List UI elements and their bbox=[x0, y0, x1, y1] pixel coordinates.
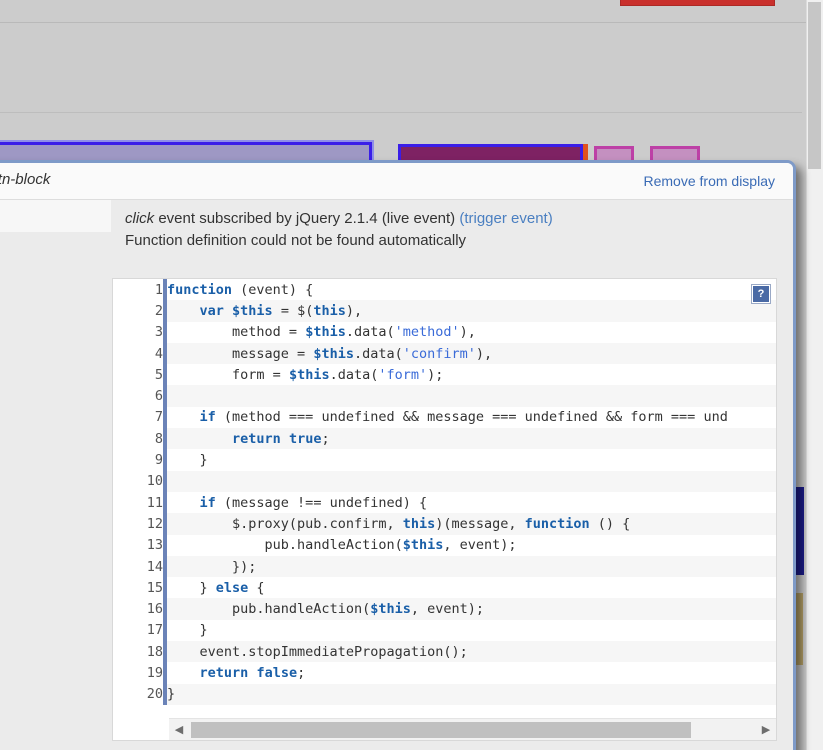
code-line: 7 if (method === undefined && message ==… bbox=[113, 406, 776, 429]
code-scrollbar-thumb[interactable] bbox=[191, 722, 691, 738]
event-list: click click bbox=[0, 199, 111, 750]
code-line-number: 5 bbox=[113, 364, 167, 386]
code-line-content: } else { bbox=[165, 577, 776, 599]
code-line: 13 pub.handleAction($this, event); bbox=[113, 534, 776, 556]
popup-body: click click click event subscribed by jQ… bbox=[0, 199, 793, 750]
code-viewer: 1 function (event) {2 var $this = $(this)… bbox=[112, 278, 777, 741]
help-icon[interactable]: ? bbox=[751, 284, 771, 304]
scroll-left-icon[interactable]: ◀ bbox=[169, 719, 189, 740]
event-detail-subscribed: event subscribed by jQuery 2.1.4 bbox=[158, 210, 378, 227]
code-line: 9 } bbox=[113, 449, 776, 471]
event-detail-live: (live event) bbox=[381, 210, 456, 227]
code-horizontal-scrollbar[interactable]: ◀ ▶ bbox=[169, 718, 776, 740]
code-line-number: 19 bbox=[113, 662, 167, 684]
code-line-content: if (message !== undefined) { bbox=[165, 491, 776, 514]
code-line-content: } bbox=[165, 683, 776, 705]
event-detail-header: click event subscribed by jQuery 2.1.4 (… bbox=[111, 200, 793, 262]
code-line-content bbox=[165, 470, 776, 492]
code-line: 5 form = $this.data('form'); bbox=[113, 364, 776, 386]
code-scroll-area[interactable]: 1 function (event) {2 var $this = $(this)… bbox=[113, 279, 776, 718]
visual-event-popup: Node: a.btn btn-danger btn-block Remove … bbox=[0, 160, 796, 750]
code-line: 14 }); bbox=[113, 555, 776, 578]
code-line-number: 15 bbox=[113, 577, 167, 599]
code-line-content: return false; bbox=[165, 662, 776, 684]
code-line-number: 8 bbox=[113, 428, 167, 450]
code-line: 2 var $this = $(this), bbox=[113, 300, 776, 322]
code-line: 19 return false; bbox=[113, 662, 776, 684]
code-line: 1 function (event) { bbox=[113, 279, 776, 301]
code-line-number: 4 bbox=[113, 342, 167, 365]
code-line-content bbox=[165, 385, 776, 407]
code-line-number: 20 bbox=[113, 683, 167, 705]
code-line-number: 16 bbox=[113, 598, 167, 620]
code-line: 6 bbox=[113, 385, 776, 407]
code-line-content: } bbox=[165, 619, 776, 642]
code-line: 17 } bbox=[113, 619, 776, 642]
code-line-content: pub.handleAction($this, event); bbox=[165, 598, 776, 620]
code-line-number: 3 bbox=[113, 321, 167, 343]
remove-from-display-link[interactable]: Remove from display bbox=[644, 173, 776, 189]
code-line-number: 6 bbox=[113, 385, 167, 407]
code-line: 16 pub.handleAction($this, event); bbox=[113, 598, 776, 620]
code-line-number: 17 bbox=[113, 619, 167, 642]
code-line: 20} bbox=[113, 683, 776, 705]
page-section-divider bbox=[0, 112, 802, 113]
browser-scrollbar[interactable] bbox=[806, 0, 823, 750]
trigger-event-link[interactable]: (trigger event) bbox=[459, 210, 552, 227]
browser-scrollbar-thumb[interactable] bbox=[808, 2, 821, 169]
code-line-number: 12 bbox=[113, 513, 167, 535]
code-line-number: 1 bbox=[113, 279, 167, 301]
event-detail: click event subscribed by jQuery 2.1.4 (… bbox=[111, 199, 793, 750]
code-line-content: method = $this.data('method'), bbox=[165, 321, 776, 343]
code-line-number: 9 bbox=[113, 449, 167, 471]
code-line-content: } bbox=[165, 449, 776, 471]
popup-title: Node: a.btn btn-danger btn-block bbox=[0, 171, 50, 188]
code-line-content: pub.handleAction($this, event); bbox=[165, 534, 776, 556]
code-line: 15 } else { bbox=[113, 577, 776, 599]
code-line: 11 if (message !== undefined) { bbox=[113, 491, 776, 514]
code-table: 1 function (event) {2 var $this = $(this)… bbox=[113, 279, 776, 705]
event-list-item-1[interactable]: click bbox=[0, 232, 111, 264]
event-detail-event-name: click bbox=[125, 210, 155, 227]
code-line-number: 11 bbox=[113, 491, 167, 514]
screen: Node: a.btn btn-danger btn-block Remove … bbox=[0, 0, 823, 750]
event-highlight-strip-blue bbox=[795, 487, 804, 575]
code-line: 12 $.proxy(pub.confirm, this)(message, f… bbox=[113, 513, 776, 535]
code-line-number: 13 bbox=[113, 534, 167, 556]
popup-header: Node: a.btn btn-danger btn-block Remove … bbox=[0, 163, 793, 199]
code-line: 4 message = $this.data('confirm'), bbox=[113, 342, 776, 365]
code-line-content: function (event) { bbox=[165, 279, 776, 301]
code-line-content: var $this = $(this), bbox=[165, 300, 776, 322]
code-line-content: $.proxy(pub.confirm, this)(message, func… bbox=[165, 513, 776, 535]
code-line: 10 bbox=[113, 470, 776, 492]
code-line-content: event.stopImmediatePropagation(); bbox=[165, 641, 776, 663]
code-line: 8 return true; bbox=[113, 428, 776, 450]
code-line-number: 18 bbox=[113, 641, 167, 663]
event-detail-not-found: Function definition could not be found a… bbox=[125, 231, 467, 249]
code-line: 3 method = $this.data('method'), bbox=[113, 321, 776, 343]
code-line-content: if (method === undefined && message === … bbox=[165, 406, 776, 429]
code-line-content: form = $this.data('form'); bbox=[165, 364, 776, 386]
code-line-number: 10 bbox=[113, 470, 167, 492]
code-line: 18 event.stopImmediatePropagation(); bbox=[113, 641, 776, 663]
event-list-item-0[interactable]: click bbox=[0, 200, 111, 232]
code-line-content: }); bbox=[165, 555, 776, 578]
code-line-number: 7 bbox=[113, 406, 167, 429]
code-line-content: return true; bbox=[165, 428, 776, 450]
code-line-number: 14 bbox=[113, 555, 167, 578]
code-line-content: message = $this.data('confirm'), bbox=[165, 342, 776, 365]
code-line-number: 2 bbox=[113, 300, 167, 322]
scroll-right-icon[interactable]: ▶ bbox=[756, 719, 776, 740]
popup-node-selector: a.btn btn-danger btn-block bbox=[0, 171, 51, 188]
danger-button[interactable] bbox=[620, 0, 775, 6]
